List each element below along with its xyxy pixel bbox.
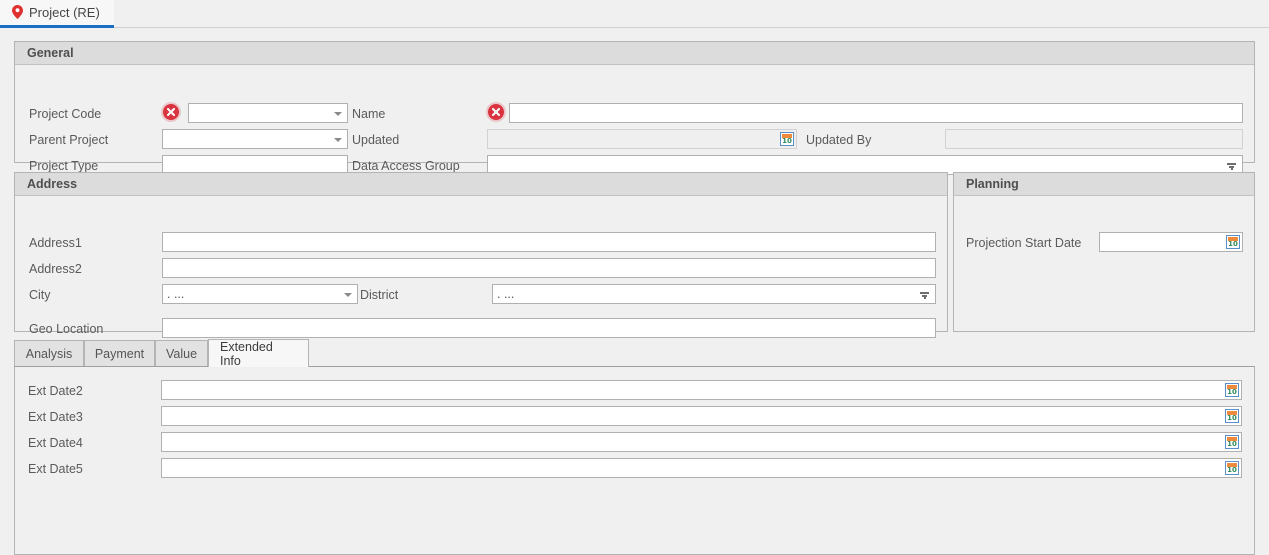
calendar-icon-day: 10 (782, 137, 792, 145)
label-ext-date5: Ext Date5 (28, 462, 83, 476)
address-panel-title: Address (27, 177, 78, 191)
dropdown-funnel-icon[interactable] (920, 292, 929, 299)
detail-tab-control: Analysis Payment Value Extended Info Ext… (14, 339, 1255, 555)
label-city: City (29, 288, 51, 302)
label-projection-start-date: Projection Start Date (966, 236, 1082, 250)
dropdown-funnel-icon[interactable] (1227, 163, 1236, 170)
calendar-icon-day: 10 (1227, 440, 1237, 448)
document-tab-project-re[interactable]: Project (RE) (0, 0, 114, 28)
label-address1: Address1 (29, 236, 82, 250)
tab-value[interactable]: Value (155, 340, 208, 366)
ext-date5-input[interactable]: 10 (161, 458, 1242, 478)
project-code-required-error-icon (163, 104, 179, 120)
label-parent-project: Parent Project (29, 133, 109, 147)
tab-extended-info[interactable]: Extended Info (208, 339, 309, 368)
project-code-input[interactable] (188, 103, 348, 123)
general-panel-title: General (27, 46, 74, 60)
calendar-icon-day: 10 (1227, 388, 1237, 396)
updated-input: 10 (487, 129, 797, 149)
extended-info-page: Ext Date2 10 Ext Date3 10 Ext Date4 10 E… (14, 366, 1255, 555)
calendar-icon[interactable]: 10 (1225, 409, 1239, 423)
planning-panel-title: Planning (966, 177, 1019, 191)
projection-start-date-input[interactable]: 10 (1099, 232, 1243, 252)
address2-input[interactable] (162, 258, 936, 278)
label-ext-date3: Ext Date3 (28, 410, 83, 424)
label-address2: Address2 (29, 262, 82, 276)
chevron-down-icon[interactable] (344, 293, 352, 297)
address-panel-body: Address1 Address2 City . ... District . … (15, 196, 947, 338)
label-ext-date4: Ext Date4 (28, 436, 83, 450)
label-geo-location: Geo Location (29, 322, 104, 336)
calendar-icon[interactable]: 10 (1226, 235, 1240, 249)
calendar-icon-day: 10 (1227, 466, 1237, 474)
city-input[interactable]: . ... (162, 284, 358, 304)
tab-payment[interactable]: Payment (84, 340, 155, 366)
chevron-down-icon[interactable] (334, 112, 342, 116)
general-panel: General Project Code Name Parent Project (14, 41, 1255, 175)
tab-analysis-label: Analysis (25, 346, 73, 361)
geo-location-input[interactable] (162, 318, 936, 338)
address-panel: Address Address1 Address2 City . ... Dis… (14, 172, 948, 338)
calendar-icon[interactable]: 10 (1225, 383, 1239, 397)
label-district: District (360, 288, 399, 302)
label-updated: Updated (352, 133, 400, 147)
ext-date4-input[interactable]: 10 (161, 432, 1242, 452)
general-panel-body: Project Code Name Parent Project Updated (15, 65, 1254, 175)
label-name: Name (352, 107, 386, 121)
district-value: . ... (497, 287, 515, 301)
map-pin-icon (12, 4, 23, 19)
label-project-code: Project Code (29, 107, 102, 121)
city-value: . ... (167, 287, 185, 301)
detail-tab-bar: Analysis Payment Value Extended Info (14, 339, 1255, 368)
tab-analysis[interactable]: Analysis (14, 340, 84, 366)
general-panel-header: General (15, 42, 1254, 65)
ext-date3-input[interactable]: 10 (161, 406, 1242, 426)
parent-project-input[interactable] (162, 129, 348, 149)
district-input[interactable]: . ... (492, 284, 936, 304)
calendar-icon[interactable]: 10 (1225, 461, 1239, 475)
address1-input[interactable] (162, 232, 936, 252)
address-panel-header: Address (15, 173, 947, 196)
name-required-error-icon (488, 104, 504, 120)
planning-panel-body: Projection Start Date 10 (954, 196, 1254, 332)
calendar-icon[interactable]: 10 (1225, 435, 1239, 449)
label-updated-by: Updated By (806, 133, 872, 147)
calendar-icon-day: 10 (1227, 414, 1237, 422)
calendar-icon[interactable]: 10 (780, 132, 794, 146)
name-input[interactable] (509, 103, 1243, 123)
label-ext-date2: Ext Date2 (28, 384, 83, 398)
ext-date2-input[interactable]: 10 (161, 380, 1242, 400)
document-tab-label: Project (RE) (29, 5, 100, 20)
planning-panel-header: Planning (954, 173, 1254, 196)
document-tab-strip: Project (RE) (0, 0, 1269, 28)
calendar-icon-day: 10 (1228, 240, 1238, 248)
updated-by-input (945, 129, 1243, 149)
tab-extended-info-label: Extended Info (220, 339, 273, 368)
tab-value-label: Value (165, 346, 198, 361)
tab-payment-label: Payment (94, 346, 145, 361)
planning-panel: Planning Projection Start Date 10 (953, 172, 1255, 332)
chevron-down-icon[interactable] (334, 138, 342, 142)
